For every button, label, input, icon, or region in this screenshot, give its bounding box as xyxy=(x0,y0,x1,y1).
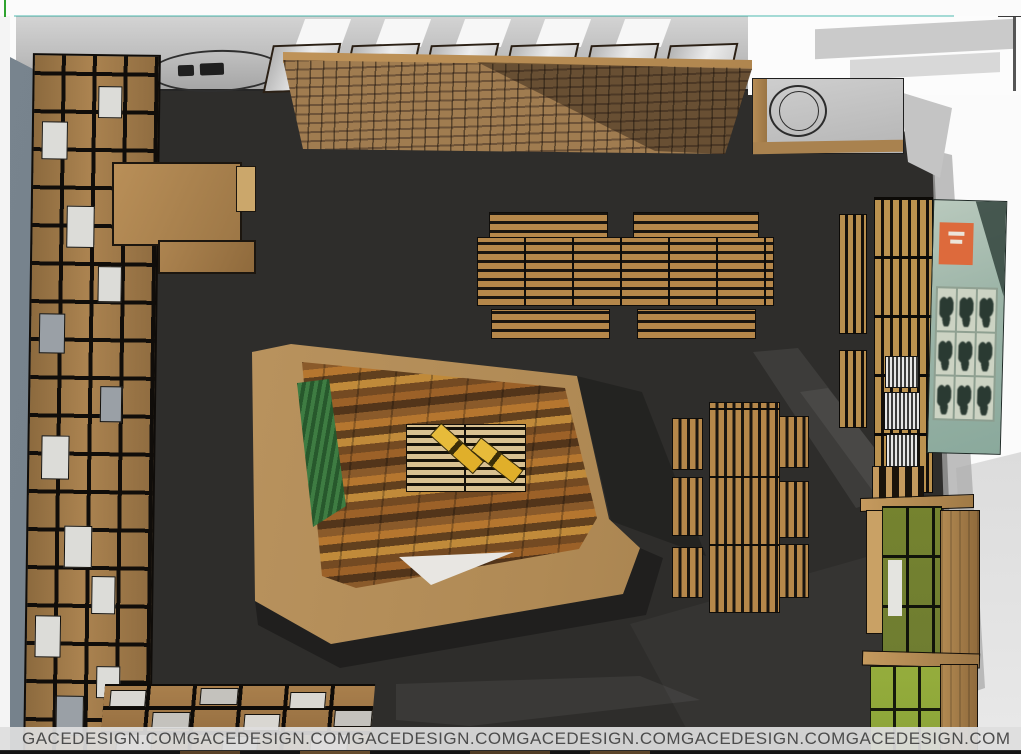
watermark-text: GACEDESIGN.COM xyxy=(352,729,517,749)
watermark-text: GACEDESIGN.COM xyxy=(187,729,352,749)
poster-orange-mark xyxy=(950,240,962,244)
poster-glyph xyxy=(977,289,996,331)
watermark-bar: GACEDESIGN.COM GACEDESIGN.COM GACEDESIGN… xyxy=(0,727,1021,751)
shelf-cell-gray xyxy=(100,386,123,422)
shelf-wood-panel xyxy=(940,510,980,656)
poster-glyph-grid xyxy=(933,286,998,422)
ceiling-edge-line xyxy=(1013,17,1016,91)
slat-bench xyxy=(779,544,809,598)
watermark-text: GACEDESIGN.COM xyxy=(681,729,846,749)
teal-edge-line xyxy=(14,15,954,17)
shelf-cell-white xyxy=(41,121,68,159)
shelf-cell-white xyxy=(98,86,122,118)
slat-bench xyxy=(489,212,608,240)
rug-object xyxy=(178,65,194,77)
wire-basket xyxy=(884,392,920,430)
slat-bench xyxy=(779,416,809,468)
poster-glyph xyxy=(956,333,975,375)
slat-bench xyxy=(491,309,610,339)
slat-bench xyxy=(672,418,703,470)
slat-bench xyxy=(779,481,809,538)
poster-glyph xyxy=(937,288,956,330)
rug-object xyxy=(200,63,224,76)
wire-basket xyxy=(886,434,918,470)
watermark-text: GACEDESIGN.COM xyxy=(516,729,681,749)
service-counter xyxy=(752,78,904,154)
shelf-cell-white xyxy=(66,206,95,248)
shelf-cell-gray xyxy=(39,313,66,353)
poster-glyph xyxy=(975,377,994,419)
poster-glyph xyxy=(935,376,954,418)
left-cubby-shelf xyxy=(23,53,161,754)
shelf-cell-white xyxy=(64,526,93,568)
shelf-cell-white xyxy=(333,710,372,727)
poster-glyph xyxy=(955,377,974,419)
counter-wood-edge xyxy=(753,140,903,155)
top-page-strip xyxy=(0,0,1021,16)
slat-bench xyxy=(672,547,703,598)
interior-render-top-view: GACEDESIGN.COM GACEDESIGN.COM GACEDESIGN… xyxy=(0,0,1021,754)
wood-desk-top xyxy=(112,162,242,246)
green-axis-line xyxy=(4,0,6,17)
shelf-cell-white xyxy=(41,435,70,479)
shelf-cell-white xyxy=(97,266,122,302)
vertical-slat-table xyxy=(709,402,780,613)
poster-orange-square xyxy=(939,222,974,265)
narrow-slat-unit xyxy=(839,350,867,428)
poster-glyph xyxy=(976,333,995,375)
left-page-margin xyxy=(0,16,10,754)
slat-bench xyxy=(672,477,703,536)
wood-desk-return xyxy=(158,240,256,274)
slat-bench xyxy=(633,212,759,240)
shelf-cell-white xyxy=(109,690,146,707)
watermark-text: GACEDESIGN.COM xyxy=(846,729,1011,749)
wire-basket xyxy=(885,356,919,388)
green-cubby-shelf-upper xyxy=(864,502,978,656)
watermark-text: GACEDESIGN.COM xyxy=(22,729,187,749)
shelf-cell-white xyxy=(888,560,902,616)
wall-poster xyxy=(927,199,1008,455)
basin-circle-inner xyxy=(779,91,819,131)
poster-glyph xyxy=(936,332,955,374)
narrow-slat-unit xyxy=(839,214,867,334)
poster-glyph xyxy=(957,289,976,331)
shelf-cell-white xyxy=(199,688,238,705)
poster-orange-mark xyxy=(948,231,964,235)
shelf-cell-white xyxy=(34,615,61,657)
long-slat-table xyxy=(477,237,774,306)
wood-desk-step xyxy=(236,166,256,212)
shelf-cell-white xyxy=(289,692,326,709)
slat-bench xyxy=(637,309,756,339)
shelf-cell-white xyxy=(91,576,116,614)
